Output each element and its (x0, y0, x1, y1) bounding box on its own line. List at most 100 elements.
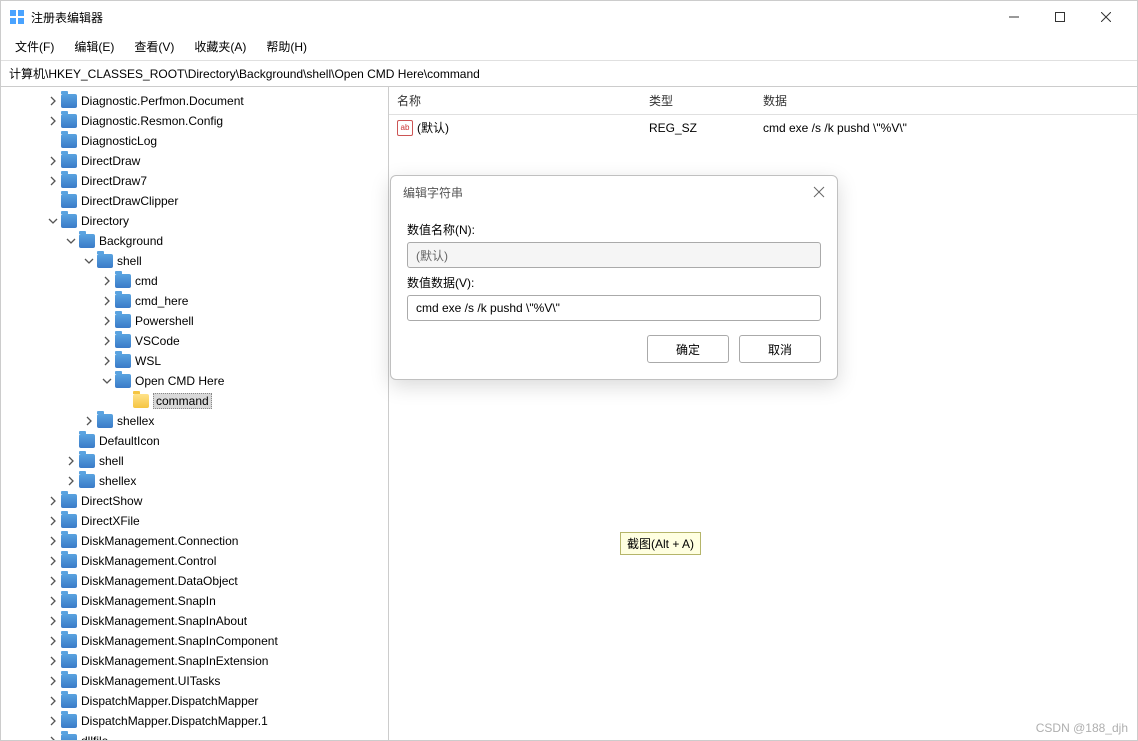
tree-node[interactable]: Powershell (1, 311, 388, 331)
chevron-right-icon[interactable] (99, 273, 115, 289)
chevron-right-icon[interactable] (63, 453, 79, 469)
folder-icon (61, 554, 77, 568)
tree-node[interactable]: DirectDraw (1, 151, 388, 171)
chevron-right-icon[interactable] (45, 653, 61, 669)
tree-node[interactable]: Diagnostic.Perfmon.Document (1, 91, 388, 111)
folder-icon (61, 114, 77, 128)
ok-button[interactable]: 确定 (647, 335, 729, 363)
chevron-down-icon[interactable] (99, 373, 115, 389)
tree-node[interactable]: DirectDrawClipper (1, 191, 388, 211)
tree-node-label: DirectDraw (81, 154, 140, 168)
chevron-right-icon[interactable] (45, 573, 61, 589)
menu-help[interactable]: 帮助(H) (258, 35, 315, 58)
tree-node[interactable]: DirectShow (1, 491, 388, 511)
chevron-right-icon[interactable] (63, 473, 79, 489)
value-name-label: 数值名称(N): (407, 221, 821, 238)
tree-node[interactable]: DispatchMapper.DispatchMapper (1, 691, 388, 711)
chevron-right-icon[interactable] (45, 593, 61, 609)
tree-node-label: DispatchMapper.DispatchMapper.1 (81, 714, 268, 728)
chevron-right-icon[interactable] (81, 413, 97, 429)
menu-view[interactable]: 查看(V) (126, 35, 182, 58)
chevron-right-icon[interactable] (99, 293, 115, 309)
cancel-button[interactable]: 取消 (739, 335, 821, 363)
value-data-input[interactable] (407, 295, 821, 321)
tree-node[interactable]: DiskManagement.Connection (1, 531, 388, 551)
address-bar[interactable]: 计算机\HKEY_CLASSES_ROOT\Directory\Backgrou… (1, 61, 1137, 87)
tree-node[interactable]: DiagnosticLog (1, 131, 388, 151)
minimize-button[interactable] (991, 1, 1037, 33)
dialog-titlebar: 编辑字符串 (391, 176, 837, 209)
tree-node[interactable]: command (1, 391, 388, 411)
tree-node[interactable]: Directory (1, 211, 388, 231)
tree-node[interactable]: shellex (1, 411, 388, 431)
tree-node[interactable]: shell (1, 451, 388, 471)
menu-edit[interactable]: 编辑(E) (66, 35, 122, 58)
tree-node[interactable]: dllfile (1, 731, 388, 740)
chevron-right-icon[interactable] (99, 333, 115, 349)
folder-icon (115, 334, 131, 348)
tree-node[interactable]: DiskManagement.SnapInAbout (1, 611, 388, 631)
chevron-down-icon[interactable] (45, 213, 61, 229)
col-header-type[interactable]: 类型 (649, 92, 763, 109)
tree-node[interactable]: DiskManagement.UITasks (1, 671, 388, 691)
tree-node[interactable]: DiskManagement.DataObject (1, 571, 388, 591)
tree-pane[interactable]: Diagnostic.Perfmon.Document Diagnostic.Re… (1, 87, 389, 740)
maximize-button[interactable] (1037, 1, 1083, 33)
address-path: 计算机\HKEY_CLASSES_ROOT\Directory\Backgrou… (9, 67, 480, 81)
menu-favorites[interactable]: 收藏夹(A) (186, 35, 254, 58)
tree-node[interactable]: DiskManagement.SnapIn (1, 591, 388, 611)
menu-file[interactable]: 文件(F) (7, 35, 62, 58)
tree-node[interactable]: DispatchMapper.DispatchMapper.1 (1, 711, 388, 731)
chevron-down-icon[interactable] (81, 253, 97, 269)
chevron-right-icon[interactable] (99, 313, 115, 329)
chevron-right-icon[interactable] (45, 713, 61, 729)
chevron-right-icon[interactable] (45, 693, 61, 709)
chevron-right-icon[interactable] (99, 353, 115, 369)
tree-node-label: shell (99, 454, 124, 468)
tree-node[interactable]: Open CMD Here (1, 371, 388, 391)
chevron-right-icon[interactable] (45, 733, 61, 740)
dialog-close-icon[interactable] (813, 185, 825, 201)
tree-node-label: Diagnostic.Resmon.Config (81, 114, 223, 128)
tree-node[interactable]: cmd (1, 271, 388, 291)
chevron-right-icon[interactable] (45, 493, 61, 509)
tree-node-label: Powershell (135, 314, 194, 328)
chevron-right-icon[interactable] (45, 633, 61, 649)
folder-icon (61, 534, 77, 548)
chevron-right-icon[interactable] (45, 533, 61, 549)
tree-node[interactable]: DiskManagement.SnapInExtension (1, 651, 388, 671)
chevron-right-icon[interactable] (45, 553, 61, 569)
chevron-right-icon[interactable] (45, 153, 61, 169)
screenshot-tooltip: 截图(Alt + A) (620, 532, 701, 555)
value-name-input[interactable] (407, 242, 821, 268)
close-button[interactable] (1083, 1, 1129, 33)
chevron-down-icon[interactable] (63, 233, 79, 249)
tree-node-label: Directory (81, 214, 129, 228)
list-row[interactable]: ab (默认) REG_SZ cmd exe /s /k pushd \"%V\… (389, 115, 1137, 140)
tree-node[interactable]: Background (1, 231, 388, 251)
col-header-name[interactable]: 名称 (397, 92, 649, 109)
chevron-right-icon[interactable] (45, 673, 61, 689)
value-data-label: 数值数据(V): (407, 274, 821, 291)
chevron-right-icon[interactable] (45, 173, 61, 189)
chevron-right-icon[interactable] (45, 113, 61, 129)
chevron-right-icon[interactable] (45, 93, 61, 109)
tree-node-label: DiskManagement.SnapInComponent (81, 634, 278, 648)
tree-node[interactable]: cmd_here (1, 291, 388, 311)
tree-node[interactable]: DirectDraw7 (1, 171, 388, 191)
tree-node[interactable]: DefaultIcon (1, 431, 388, 451)
tree-node[interactable]: shell (1, 251, 388, 271)
tree-node[interactable]: Diagnostic.Resmon.Config (1, 111, 388, 131)
tree-node[interactable]: DiskManagement.SnapInComponent (1, 631, 388, 651)
col-header-data[interactable]: 数据 (763, 92, 1129, 109)
tree-node-label: DiskManagement.UITasks (81, 674, 220, 688)
tree-node[interactable]: shellex (1, 471, 388, 491)
tree-node[interactable]: DiskManagement.Control (1, 551, 388, 571)
tree-node[interactable]: WSL (1, 351, 388, 371)
tree-node[interactable]: DirectXFile (1, 511, 388, 531)
tree-node[interactable]: VSCode (1, 331, 388, 351)
folder-icon (61, 94, 77, 108)
chevron-right-icon[interactable] (45, 613, 61, 629)
folder-icon (79, 234, 95, 248)
chevron-right-icon[interactable] (45, 513, 61, 529)
